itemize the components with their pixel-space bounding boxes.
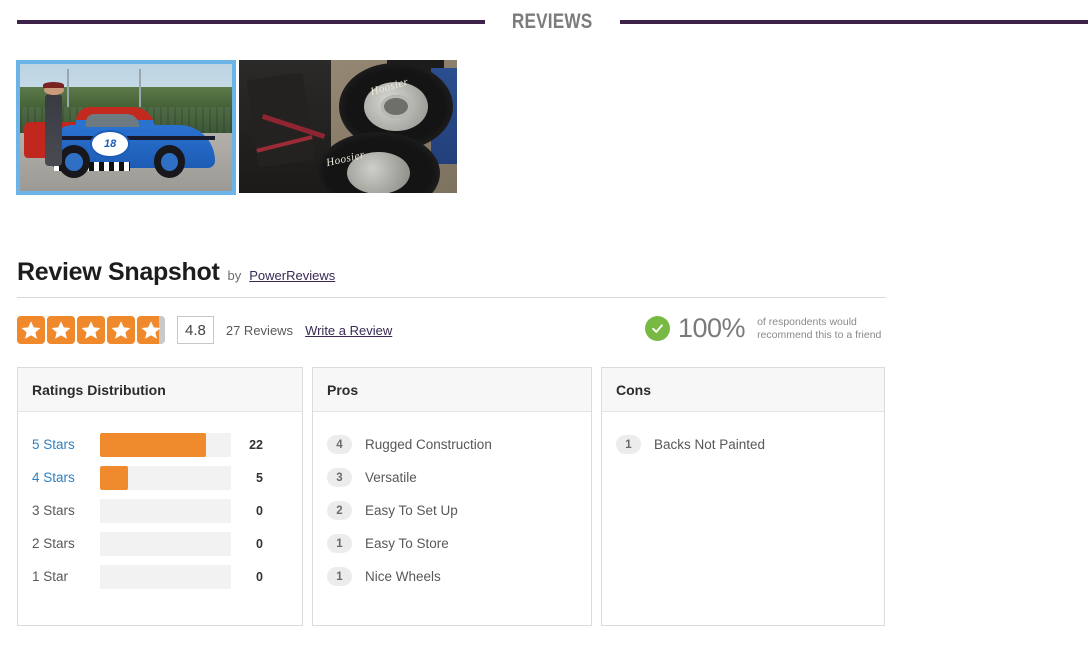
recommend-percent: 100% [678, 313, 746, 343]
table-row: 3 Stars 0 [32, 494, 288, 527]
car-number: 18 [89, 130, 131, 158]
table-row[interactable]: 5 Stars 22 [32, 428, 288, 461]
rating-bar-track-3 [100, 498, 231, 523]
review-panels: Ratings Distribution 5 Stars 22 4 Stars … [17, 367, 885, 626]
rating-summary: 4.8 27 Reviews Write a Review [17, 316, 392, 344]
cons-label: Backs Not Painted [654, 437, 766, 452]
review-count-label: 27 Reviews [225, 322, 294, 338]
panel-pros: Pros 4 Rugged Construction 3 Versatile 2… [312, 367, 592, 626]
panel-cons: Cons 1 Backs Not Painted [601, 367, 885, 626]
reviews-section-header: REVIEWS [0, 0, 1088, 44]
list-item[interactable]: 4 Rugged Construction [327, 428, 577, 461]
table-row: 1 Star 0 [32, 560, 288, 593]
rating-label-3-stars: 3 Stars [32, 503, 75, 518]
list-item[interactable]: 1 Easy To Store [327, 527, 577, 560]
pros-label: Easy To Store [365, 536, 449, 551]
rating-filter-4-stars[interactable]: 4 Stars [32, 470, 100, 485]
pros-label: Rugged Construction [365, 437, 492, 452]
powerreviews-link[interactable]: PowerReviews [249, 268, 335, 283]
header-rule-right [619, 20, 1088, 24]
rating-label-1-star: 1 Star [32, 569, 69, 584]
rating-bar-track-5 [100, 432, 231, 457]
star-icon-2 [47, 316, 75, 344]
thumbnail-tires[interactable]: Hoosier Hoosier [239, 60, 457, 193]
star-icon-1 [17, 316, 45, 344]
rating-bar-track-1 [100, 564, 231, 589]
rating-bar-fill-4 [100, 465, 128, 490]
recommend-line-1: of respondents would [757, 315, 857, 328]
check-circle-icon [645, 316, 670, 341]
snapshot-title: Review Snapshot [17, 258, 220, 286]
list-item[interactable]: 1 Backs Not Painted [616, 428, 870, 461]
write-review-link[interactable]: Write a Review [305, 323, 392, 338]
star-icon-5 [137, 316, 165, 344]
rating-value-box: 4.8 [177, 316, 214, 344]
cons-list: 1 Backs Not Painted [602, 412, 884, 461]
rating-bar-fill-5 [100, 432, 207, 457]
page-title: REVIEWS [512, 10, 593, 33]
table-row[interactable]: 4 Stars 5 [32, 461, 288, 494]
panel-ratings-distribution: Ratings Distribution 5 Stars 22 4 Stars … [17, 367, 303, 626]
cons-count-badge: 1 [616, 435, 641, 454]
star-icon-4 [107, 316, 135, 344]
header-rule-left [17, 20, 486, 24]
pros-count-badge: 1 [327, 567, 352, 586]
star-icon-3 [77, 316, 105, 344]
pros-count-badge: 4 [327, 435, 352, 454]
rating-count-3: 0 [256, 503, 263, 518]
pros-count-badge: 3 [327, 468, 352, 487]
cons-panel-title: Cons [602, 368, 884, 412]
thumbnail-race-car[interactable]: 18 [16, 60, 236, 195]
ratings-rows: 5 Stars 22 4 Stars 5 3 Stars 0 2 Stars 0… [18, 412, 302, 593]
list-item[interactable]: 1 Nice Wheels [327, 560, 577, 593]
rating-filter-5-stars[interactable]: 5 Stars [32, 437, 100, 452]
rating-count-5: 22 [249, 437, 263, 452]
recommend-description: of respondents would recommend this to a… [757, 316, 881, 342]
rating-bar-track-2 [100, 531, 231, 556]
pros-panel-title: Pros [313, 368, 591, 412]
table-row: 2 Stars 0 [32, 527, 288, 560]
snapshot-by-label: by [227, 268, 242, 283]
rating-count-4: 5 [256, 470, 263, 485]
pros-label: Versatile [365, 470, 417, 485]
snapshot-divider [17, 297, 886, 298]
ratings-panel-title: Ratings Distribution [18, 368, 302, 412]
recommend-summary: 100% of respondents would recommend this… [645, 313, 881, 344]
list-item[interactable]: 3 Versatile [327, 461, 577, 494]
pros-count-badge: 1 [327, 534, 352, 553]
pros-count-badge: 2 [327, 501, 352, 520]
review-snapshot-heading: Review Snapshot by PowerReviews [17, 258, 335, 287]
rating-label-2-stars: 2 Stars [32, 536, 75, 551]
race-car-photo: 18 [20, 64, 232, 191]
rating-bar-track-4 [100, 465, 231, 490]
pros-label: Easy To Set Up [365, 503, 458, 518]
recommend-line-2: recommend this to a friend [757, 328, 882, 341]
rating-count-2: 0 [256, 536, 263, 551]
tires-photo: Hoosier Hoosier [239, 60, 457, 193]
pros-label: Nice Wheels [365, 569, 441, 584]
rating-count-1: 0 [256, 569, 263, 584]
list-item[interactable]: 2 Easy To Set Up [327, 494, 577, 527]
star-rating[interactable] [17, 316, 165, 344]
review-photo-thumbnails: 18 Hoosier Hoosier [16, 60, 457, 195]
pros-list: 4 Rugged Construction 3 Versatile 2 Easy… [313, 412, 591, 593]
